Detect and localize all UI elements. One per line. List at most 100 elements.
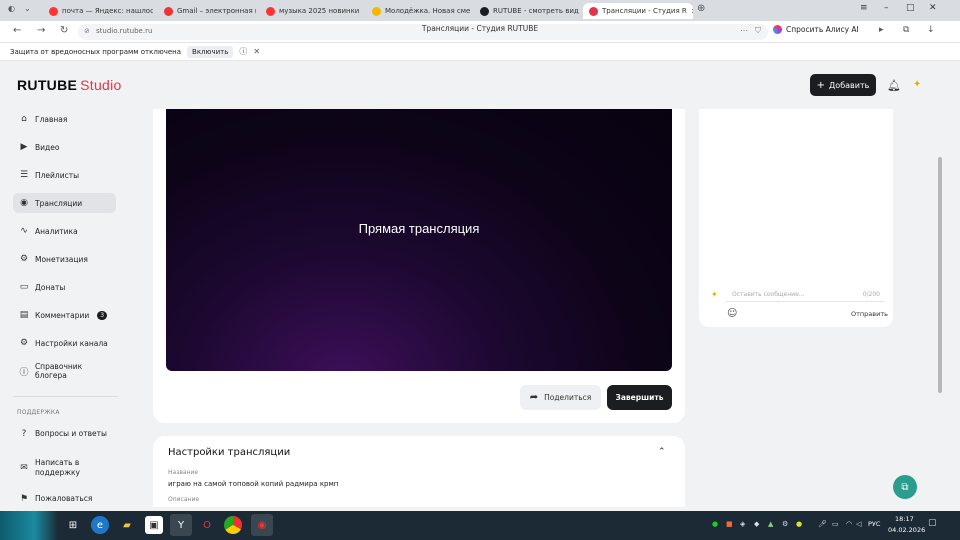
support-heading: ПОДДЕРЖКА	[17, 409, 60, 416]
chevron-up-icon[interactable]: ⌃	[658, 447, 666, 457]
settings-icon: ⚙	[19, 338, 29, 348]
tab-favicon-icon	[164, 6, 173, 16]
sidebar-item[interactable]: ⚙ Настройки канала	[13, 333, 116, 353]
store-icon[interactable]: ▣	[145, 516, 163, 534]
close-tab-icon[interactable]: ✕	[691, 7, 693, 16]
tray-icon-3[interactable]: ◈	[740, 520, 745, 528]
bell-icon[interactable]: 🔔︎	[887, 79, 901, 92]
name-value[interactable]: играю на самой топовой копий радмира крм…	[168, 480, 338, 488]
sidebar-item[interactable]: ⌂ Главная	[13, 109, 116, 129]
playlist-icon: ☰	[19, 170, 29, 180]
video-icon[interactable]: ▸	[879, 25, 884, 35]
recorder-icon[interactable]: ◉	[251, 514, 273, 536]
live-video-preview[interactable]: Прямая трансляция	[166, 109, 672, 371]
task-view-icon[interactable]: ⊞	[64, 516, 82, 534]
clock-date[interactable]: 04.02.2026	[888, 526, 925, 534]
browser-tab-bar: ◐ ⌄ почта — Яндекс: нашлось Gmail – элект…	[0, 0, 960, 21]
share-label: Поделиться	[544, 393, 592, 402]
alice-icon	[773, 25, 782, 34]
sidebar-item[interactable]: ▶ Видео	[13, 137, 116, 157]
edge-icon[interactable]: e	[91, 516, 109, 534]
chat-input[interactable]: Оставить сообщение... 0/200	[726, 287, 884, 302]
sidebar-item[interactable]: ⓘ Справочник блогера	[13, 361, 116, 381]
tray-icon-8[interactable]: ▭	[832, 520, 839, 528]
explorer-icon[interactable]: ▰	[118, 516, 136, 534]
minimize-icon[interactable]: –	[884, 3, 889, 13]
sidebar-item-label: Аналитика	[35, 226, 78, 236]
browser-tab[interactable]: почта — Яндекс: нашлось	[43, 3, 153, 19]
support-item[interactable]: ? Вопросы и ответы	[13, 424, 116, 444]
video-icon: ▶	[20, 142, 28, 152]
end-stream-button[interactable]: Завершить	[607, 385, 672, 410]
chrome-icon[interactable]	[224, 516, 242, 534]
notice-text: Защита от вредоносных программ отключена	[10, 47, 182, 56]
tab-list-icon[interactable]: ⌄	[24, 4, 31, 13]
window-tabs-icon[interactable]: ≡	[860, 3, 868, 13]
tray-icon-2[interactable]: ■	[726, 520, 733, 528]
yandex-browser-icon[interactable]: Y	[170, 514, 192, 536]
tray-icon-5[interactable]: ▲	[768, 520, 773, 528]
plus-icon: +	[816, 79, 826, 91]
new-tab-icon[interactable]: ⊕	[697, 3, 705, 14]
sidebar-item[interactable]: ⚙ Монетизация	[13, 249, 116, 269]
send-button[interactable]: Отправить	[851, 310, 888, 318]
tab-favicon-icon	[589, 6, 598, 16]
support-chat-icon[interactable]: ⧉	[893, 475, 917, 499]
notifications-icon[interactable]: ▢	[928, 518, 937, 528]
tab-label: почта — Яндекс: нашлось	[62, 7, 153, 15]
browser-menu-icon[interactable]: ◐	[8, 4, 15, 13]
tab-label: Молодёжка. Новая смен	[385, 7, 470, 15]
enable-protection-button[interactable]: Включить	[187, 45, 234, 58]
browser-tab[interactable]: RUTUBE - смотреть виде	[474, 3, 579, 19]
add-button[interactable]: + Добавить	[810, 74, 876, 96]
sidebar-item[interactable]: ☰ Плейлисты	[13, 165, 116, 185]
language-indicator[interactable]: РУС	[868, 520, 880, 528]
volume-icon[interactable]: ◁	[856, 520, 861, 528]
extensions-icon[interactable]: ⧉	[903, 25, 909, 35]
tray-icon-1[interactable]: ●	[712, 520, 718, 528]
sidebar-item[interactable]: ◉ Трансляции	[13, 193, 116, 213]
page-scrollbar[interactable]	[937, 61, 943, 507]
stream-settings-card: Настройки трансляции ⌃ Название играю на…	[153, 436, 685, 507]
close-window-icon[interactable]: ✕	[929, 3, 937, 13]
tab-label: RUTUBE - смотреть виде	[493, 7, 579, 15]
logo-main: RUTUBE	[17, 77, 78, 93]
info-icon: ⓘ	[19, 367, 29, 378]
download-icon[interactable]: ↓	[927, 25, 935, 35]
emoji-icon[interactable]: ☺	[727, 308, 737, 319]
browser-tab[interactable]: Трансляции - Студия R ✕	[583, 3, 693, 19]
tray-icon-4[interactable]: ◆	[754, 520, 759, 528]
sidebar-item-label: Плейлисты	[35, 170, 80, 180]
tab-label: музыка 2025 новинки слу	[279, 7, 362, 15]
share-button[interactable]: ➦ Поделиться	[520, 385, 601, 410]
clock-time[interactable]: 18:17	[895, 515, 914, 523]
tray-icon-7[interactable]: ●	[796, 520, 802, 528]
player-card: Прямая трансляция ➦ Поделиться Завершить	[153, 109, 685, 423]
alice-button[interactable]: Спросить Алису AI	[773, 25, 859, 34]
browser-tab[interactable]: Gmail – электронная почт	[158, 3, 256, 19]
start-area[interactable]	[0, 511, 58, 540]
browser-tab[interactable]: Молодёжка. Новая смен	[366, 3, 470, 19]
microphone-icon[interactable]: 🎤︎	[818, 520, 827, 528]
close-notice-icon[interactable]: ✕	[253, 47, 260, 56]
sidebar-item[interactable]: ∿ Аналитика	[13, 221, 116, 241]
sidebar-item[interactable]: ▭ Донаты	[13, 277, 116, 297]
tab-label: Gmail – электронная почт	[177, 7, 256, 15]
sidebar-item[interactable]: ▤ Комментарии 3	[13, 305, 116, 325]
home-icon: ⌂	[21, 114, 27, 124]
mail-icon: ✉	[20, 463, 28, 473]
tab-favicon-icon	[480, 6, 489, 16]
avatar[interactable]: ✦	[913, 79, 927, 93]
tray-icon-6[interactable]: ⚙	[782, 520, 788, 528]
maximize-icon[interactable]: □	[906, 3, 915, 13]
scroll-thumb[interactable]	[938, 157, 942, 393]
rutube-studio-logo[interactable]: RUTUBE Studio	[17, 77, 122, 93]
taskbar: ⊞ e ▰ ▣ Y O ◉ ● ■ ◈ ◆ ▲ ⚙ ● 🎤︎ ▭ ◠ ◁ РУС…	[0, 511, 960, 540]
browser-tab[interactable]: музыка 2025 новинки слу	[260, 3, 362, 19]
help-icon[interactable]: ⓘ	[239, 46, 247, 57]
sidebar-item-label: Монетизация	[35, 254, 88, 264]
opera-icon[interactable]: O	[198, 516, 216, 534]
network-icon[interactable]: ◠	[846, 520, 852, 528]
support-item[interactable]: ⚑ Пожаловаться	[13, 489, 116, 509]
support-item[interactable]: ✉ Написать в поддержку	[13, 455, 116, 481]
